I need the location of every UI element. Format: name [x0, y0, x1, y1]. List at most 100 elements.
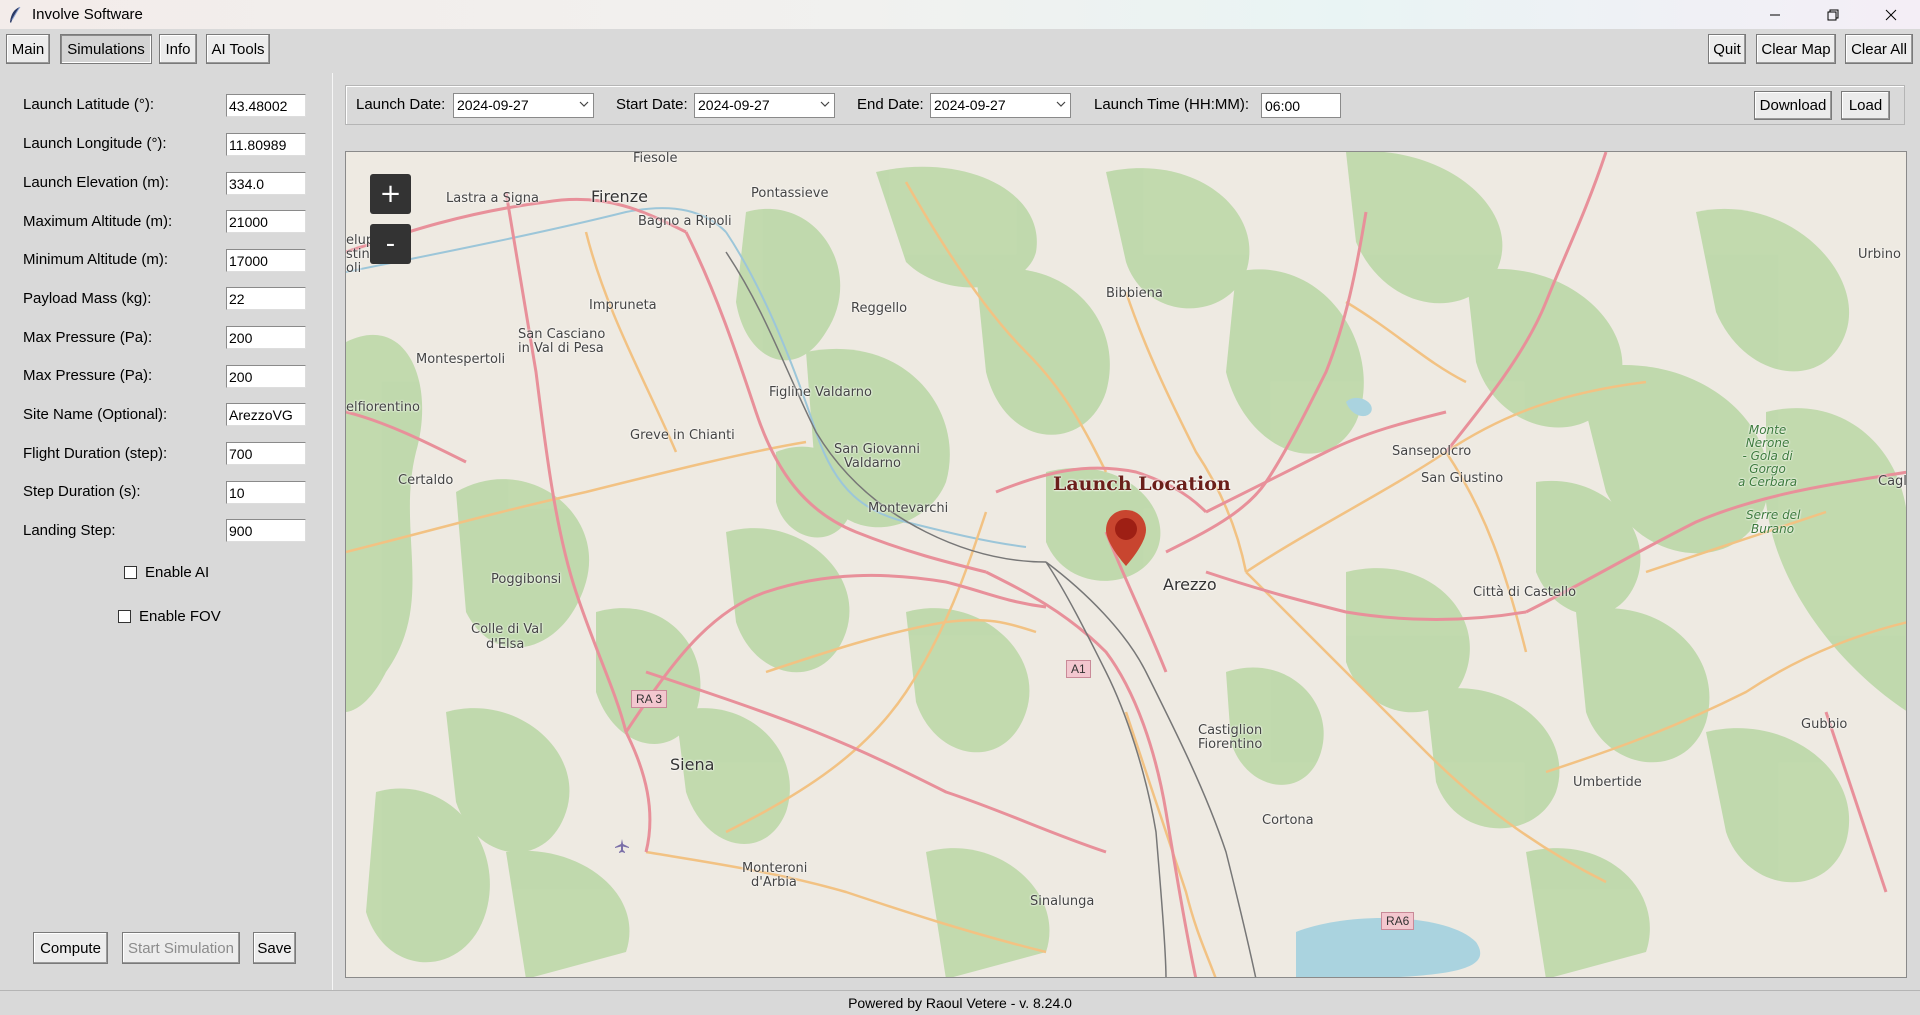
end-date-select[interactable]: 2024-09-27	[930, 93, 1071, 118]
tab-main[interactable]: Main	[6, 34, 50, 64]
compute-button[interactable]: Compute	[33, 932, 108, 964]
site-name-field[interactable]	[226, 403, 306, 426]
chevron-down-icon	[579, 101, 589, 107]
road-shield: RA6	[1381, 912, 1415, 930]
launch-longitude-label: Launch Longitude (°):	[23, 135, 167, 152]
place-label: Fiesole	[633, 151, 678, 166]
landing-step-field[interactable]	[226, 519, 306, 542]
minimize-icon[interactable]	[1746, 0, 1804, 29]
place-label: Urbino	[1858, 247, 1901, 262]
road-shield: RA 3	[631, 690, 668, 708]
map-pin-icon[interactable]	[1104, 508, 1148, 568]
max-pressure-label: Max Pressure (Pa):	[23, 329, 153, 346]
launch-time-field[interactable]	[1261, 93, 1341, 118]
minimum-altitude-field[interactable]	[226, 249, 306, 272]
download-button[interactable]: Download	[1754, 91, 1832, 120]
checkbox-box[interactable]	[118, 610, 131, 623]
place-label: Montespertoli	[416, 352, 506, 367]
close-icon[interactable]	[1862, 0, 1920, 29]
footer-text: Powered by Raoul Vetere - v. 8.24.0	[848, 995, 1072, 1011]
clear-map-button[interactable]: Clear Map	[1756, 34, 1836, 64]
place-label: Montevarchi	[868, 501, 949, 516]
airport-icon	[615, 839, 629, 853]
tab-ai-tools[interactable]: AI Tools	[206, 34, 270, 64]
launch-longitude-field[interactable]	[226, 133, 306, 156]
enable-fov-label: Enable FOV	[139, 608, 221, 625]
place-label: Siena	[670, 755, 715, 774]
place-label: Città di Castello	[1473, 585, 1577, 600]
place-label: Sansepolcro	[1392, 444, 1472, 459]
parameters-panel: Launch Latitude (°): Launch Longitude (°…	[0, 73, 332, 990]
place-label: Cagli	[1878, 474, 1907, 489]
toolbar: Main Simulations Info AI Tools Quit Clea…	[0, 29, 1920, 73]
place-label: Poggibonsi	[491, 572, 562, 587]
place-label: Bagno a Ripoli	[638, 214, 732, 229]
payload-mass-label: Payload Mass (kg):	[23, 290, 152, 307]
place-label: San Casciano	[518, 327, 606, 342]
place-label: Monte Nerone - Gola di Gorgo a Cerbara	[1738, 423, 1798, 489]
place-label: Sinalunga	[1030, 894, 1095, 909]
place-label: Pontassieve	[751, 186, 829, 201]
zoom-in-button[interactable]: +	[370, 174, 411, 214]
place-label: San Giustino	[1421, 471, 1504, 486]
maximum-altitude-field[interactable]	[226, 210, 306, 233]
tab-info[interactable]: Info	[159, 34, 197, 64]
max-pressure-label-2: Max Pressure (Pa):	[23, 367, 153, 384]
save-button[interactable]: Save	[253, 932, 296, 964]
place-label: Colle di Val	[471, 622, 543, 637]
place-label: Figline Valdarno	[769, 385, 872, 400]
landing-step-label: Landing Step:	[23, 522, 116, 539]
launch-elevation-label: Launch Elevation (m):	[23, 174, 169, 191]
launch-location-label: Launch Location	[1053, 473, 1231, 495]
footer: Powered by Raoul Vetere - v. 8.24.0	[0, 990, 1920, 1015]
launch-date-select[interactable]: 2024-09-27	[453, 93, 594, 118]
flight-duration-label: Flight Duration (step):	[23, 445, 168, 462]
start-date-value: 2024-09-27	[698, 97, 770, 113]
tab-simulations[interactable]: Simulations	[60, 34, 152, 64]
launch-latitude-field[interactable]	[226, 94, 306, 117]
start-date-select[interactable]: 2024-09-27	[694, 93, 835, 118]
place-label: Fiorentino	[1198, 737, 1263, 752]
enable-fov-checkbox[interactable]: Enable FOV	[118, 608, 221, 625]
load-button[interactable]: Load	[1841, 91, 1890, 120]
max-pressure-field-2[interactable]	[226, 365, 306, 388]
chevron-down-icon	[1056, 101, 1066, 107]
place-label: Castiglion	[1198, 723, 1263, 738]
launch-date-label: Launch Date:	[356, 96, 446, 113]
place-label: Reggello	[851, 301, 908, 316]
window-title: Involve Software	[32, 6, 143, 23]
place-label: Lastra a Signa	[446, 191, 539, 206]
place-label: Certaldo	[398, 473, 454, 488]
place-label: Umbertide	[1573, 775, 1642, 790]
feather-icon	[10, 6, 21, 23]
checkbox-box[interactable]	[124, 566, 137, 579]
zoom-out-button[interactable]: -	[370, 224, 411, 264]
title-bar: Involve Software	[0, 0, 1920, 29]
restore-icon[interactable]	[1804, 0, 1862, 29]
end-date-label: End Date:	[857, 96, 924, 113]
place-label: oli	[346, 261, 362, 276]
place-label: in Val di Pesa	[518, 341, 604, 356]
enable-ai-checkbox[interactable]: Enable AI	[124, 564, 209, 581]
place-label: Impruneta	[589, 298, 657, 313]
payload-mass-field[interactable]	[226, 287, 306, 310]
date-controls: Launch Date: 2024-09-27 Start Date: 2024…	[345, 85, 1905, 125]
place-label: Valdarno	[844, 456, 901, 471]
max-pressure-field[interactable]	[226, 326, 306, 349]
place-label: Cortona	[1262, 813, 1314, 828]
place-label: Firenze	[591, 187, 648, 206]
start-simulation-button[interactable]: Start Simulation	[122, 932, 240, 964]
launch-elevation-field[interactable]	[226, 172, 306, 195]
panel-divider	[332, 73, 333, 990]
place-label: San Giovanni	[834, 442, 920, 457]
quit-button[interactable]: Quit	[1708, 34, 1746, 64]
map-view[interactable]: Fiesole Lastra a Signa Firenze Pontassie…	[345, 151, 1907, 978]
place-label: Monteroni	[742, 861, 808, 876]
flight-duration-field[interactable]	[226, 442, 306, 465]
end-date-value: 2024-09-27	[934, 97, 1006, 113]
enable-ai-label: Enable AI	[145, 564, 210, 581]
step-duration-field[interactable]	[226, 481, 306, 504]
site-name-label: Site Name (Optional):	[23, 406, 168, 423]
clear-all-button[interactable]: Clear All	[1845, 34, 1913, 64]
place-label: Burano	[1751, 522, 1795, 536]
